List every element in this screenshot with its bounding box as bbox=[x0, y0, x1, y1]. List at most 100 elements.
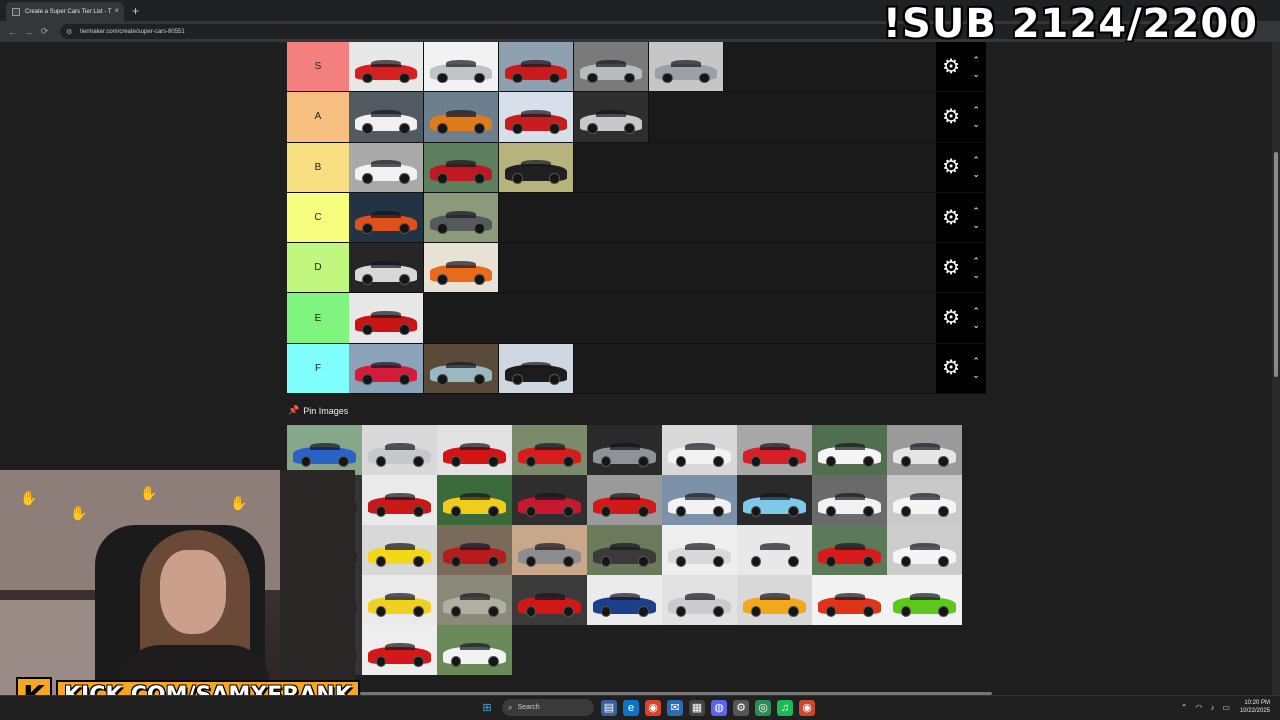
car-image[interactable] bbox=[662, 475, 737, 525]
tier-items[interactable] bbox=[349, 192, 936, 243]
store-icon[interactable]: ▦ bbox=[689, 699, 705, 716]
tier-label[interactable]: A bbox=[287, 92, 349, 142]
settings-icon[interactable]: ⚙ bbox=[733, 699, 749, 716]
car-image[interactable] bbox=[424, 142, 499, 192]
new-tab-button[interactable]: + bbox=[132, 4, 139, 18]
network-icon[interactable]: ◠ bbox=[1195, 703, 1202, 712]
car-image[interactable] bbox=[737, 475, 812, 525]
tier-label[interactable]: E bbox=[287, 293, 349, 343]
car-image[interactable] bbox=[499, 92, 574, 142]
tier-settings-gear-icon[interactable]: ⚙ bbox=[942, 57, 960, 77]
site-info-icon[interactable]: ⚙ bbox=[66, 28, 74, 36]
tier-label[interactable]: F bbox=[287, 343, 349, 394]
car-image[interactable] bbox=[362, 625, 437, 675]
car-image[interactable] bbox=[349, 42, 424, 92]
car-image[interactable] bbox=[587, 425, 662, 475]
car-image[interactable] bbox=[587, 575, 662, 625]
car-image[interactable] bbox=[437, 425, 512, 475]
car-image[interactable] bbox=[499, 42, 574, 92]
forward-button[interactable]: → bbox=[22, 27, 35, 37]
move-up-chevron-icon[interactable]: ⌃ bbox=[972, 204, 980, 218]
volume-icon[interactable]: ♪ bbox=[1210, 703, 1214, 712]
car-image[interactable] bbox=[512, 425, 587, 475]
scrollbar-thumb[interactable] bbox=[1274, 152, 1278, 377]
tier-settings-gear-icon[interactable]: ⚙ bbox=[942, 308, 960, 328]
obs-icon[interactable]: ◎ bbox=[755, 699, 771, 716]
car-image[interactable] bbox=[737, 575, 812, 625]
car-image[interactable] bbox=[424, 243, 499, 293]
car-image[interactable] bbox=[437, 525, 512, 575]
car-image[interactable] bbox=[662, 425, 737, 475]
car-image[interactable] bbox=[887, 525, 962, 575]
tier-items[interactable] bbox=[349, 142, 936, 192]
car-image[interactable] bbox=[362, 525, 437, 575]
car-image[interactable] bbox=[662, 525, 737, 575]
car-image[interactable] bbox=[512, 475, 587, 525]
tier-label[interactable]: S bbox=[287, 42, 349, 92]
chrome-active-icon[interactable]: ◉ bbox=[799, 699, 815, 716]
car-image[interactable] bbox=[362, 575, 437, 625]
car-image[interactable] bbox=[887, 575, 962, 625]
car-image[interactable] bbox=[362, 475, 437, 525]
car-image[interactable] bbox=[349, 142, 424, 192]
car-image[interactable] bbox=[437, 625, 512, 675]
car-image[interactable] bbox=[649, 42, 724, 92]
tab-close-icon[interactable]: × bbox=[114, 6, 119, 15]
tier-settings-gear-icon[interactable]: ⚙ bbox=[942, 157, 960, 177]
file-explorer-icon[interactable]: ▤ bbox=[601, 699, 617, 716]
car-image[interactable] bbox=[812, 575, 887, 625]
move-up-chevron-icon[interactable]: ⌃ bbox=[972, 153, 980, 167]
tier-items[interactable] bbox=[349, 92, 936, 142]
move-down-chevron-icon[interactable]: ⌄ bbox=[972, 368, 980, 382]
tray-chevron-icon[interactable]: ⌃ bbox=[1181, 703, 1188, 712]
car-image[interactable] bbox=[424, 42, 499, 92]
car-image[interactable] bbox=[574, 42, 649, 92]
car-image[interactable] bbox=[349, 293, 424, 343]
chrome-icon[interactable]: ◉ bbox=[645, 699, 661, 716]
car-image[interactable] bbox=[499, 343, 574, 394]
back-button[interactable]: ← bbox=[6, 27, 19, 37]
car-image[interactable] bbox=[437, 575, 512, 625]
move-down-chevron-icon[interactable]: ⌄ bbox=[972, 167, 980, 181]
move-down-chevron-icon[interactable]: ⌄ bbox=[972, 117, 980, 131]
car-image[interactable] bbox=[349, 92, 424, 142]
tier-settings-gear-icon[interactable]: ⚙ bbox=[942, 107, 960, 127]
tier-items[interactable] bbox=[349, 243, 936, 293]
car-image[interactable] bbox=[587, 475, 662, 525]
tier-label[interactable]: D bbox=[287, 243, 349, 293]
move-up-chevron-icon[interactable]: ⌃ bbox=[972, 53, 980, 67]
browser-tab[interactable]: Create a Super Cars Tier List - T × bbox=[6, 2, 124, 21]
car-image[interactable] bbox=[499, 142, 574, 192]
car-image[interactable] bbox=[812, 425, 887, 475]
tier-settings-gear-icon[interactable]: ⚙ bbox=[942, 258, 960, 278]
move-up-chevron-icon[interactable]: ⌃ bbox=[972, 103, 980, 117]
car-image[interactable] bbox=[349, 192, 424, 243]
tier-label[interactable]: C bbox=[287, 192, 349, 243]
car-image[interactable] bbox=[887, 475, 962, 525]
car-image[interactable] bbox=[812, 525, 887, 575]
car-image[interactable] bbox=[424, 343, 499, 394]
car-image[interactable] bbox=[662, 575, 737, 625]
battery-icon[interactable]: ▭ bbox=[1222, 703, 1230, 712]
move-down-chevron-icon[interactable]: ⌄ bbox=[972, 318, 980, 332]
car-image[interactable] bbox=[424, 192, 499, 243]
discord-icon[interactable]: ◍ bbox=[711, 699, 727, 716]
move-down-chevron-icon[interactable]: ⌄ bbox=[972, 218, 980, 232]
spotify-icon[interactable]: ♫ bbox=[777, 699, 793, 716]
car-image[interactable] bbox=[737, 525, 812, 575]
car-image[interactable] bbox=[512, 575, 587, 625]
taskbar-clock[interactable]: 10:20 PM 10/22/2025 bbox=[1240, 699, 1270, 715]
tier-items[interactable] bbox=[349, 343, 936, 394]
tier-settings-gear-icon[interactable]: ⚙ bbox=[942, 358, 960, 378]
car-image[interactable] bbox=[737, 425, 812, 475]
windows-start-icon[interactable]: ⊞ bbox=[479, 700, 495, 716]
car-image[interactable] bbox=[437, 475, 512, 525]
car-image[interactable] bbox=[349, 243, 424, 293]
move-up-chevron-icon[interactable]: ⌃ bbox=[972, 354, 980, 368]
mail-icon[interactable]: ✉ bbox=[667, 699, 683, 716]
taskbar-search[interactable]: ⌕ Search bbox=[502, 699, 594, 716]
move-up-chevron-icon[interactable]: ⌃ bbox=[972, 304, 980, 318]
car-image[interactable] bbox=[349, 343, 424, 394]
car-image[interactable] bbox=[574, 92, 649, 142]
tier-items[interactable] bbox=[349, 42, 936, 92]
